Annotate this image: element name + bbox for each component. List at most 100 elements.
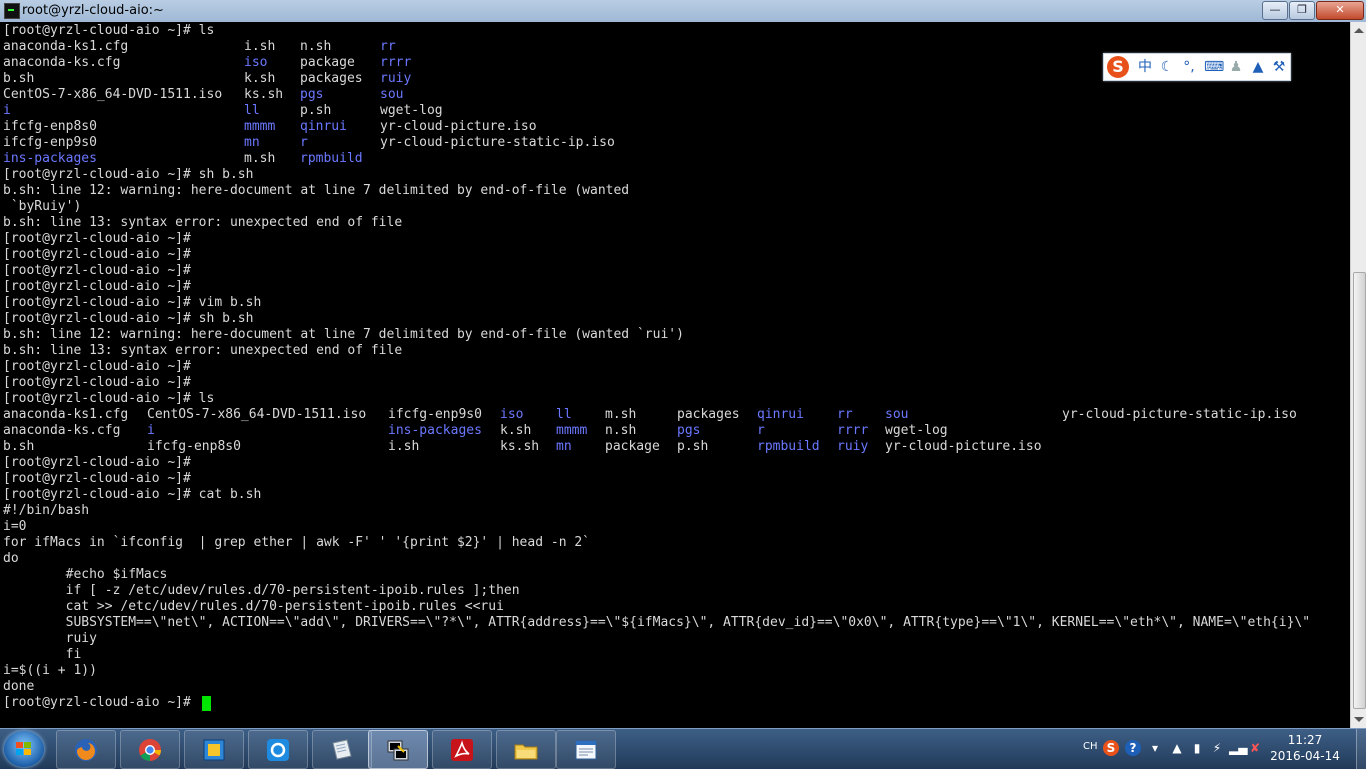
- language-indicator[interactable]: CH: [1083, 741, 1098, 752]
- settings-icon[interactable]: ▾: [1147, 740, 1163, 756]
- taskbar-acrobat[interactable]: [432, 730, 492, 769]
- close-icon: ✕: [1335, 3, 1345, 16]
- terminal-text: ifcfg-enp8s0: [3, 119, 97, 134]
- help-icon[interactable]: ?: [1125, 740, 1141, 756]
- taskbar-explorer[interactable]: [496, 730, 556, 769]
- terminal-text: ks.sh: [244, 87, 284, 102]
- sogou-logo-icon[interactable]: S: [1107, 56, 1129, 78]
- show-desktop-button[interactable]: [1356, 729, 1366, 769]
- directory-entry: pgs: [300, 87, 324, 102]
- terminal-cursor: [202, 696, 211, 711]
- terminal-text: b.sh: line 13: syntax error: unexpected …: [3, 215, 403, 230]
- terminal-output[interactable]: [root@yrzl-cloud-aio ~]# ls anaconda-ks1.…: [0, 22, 1350, 728]
- scroll-down-icon[interactable]: [1354, 717, 1364, 722]
- clock-date: 2016-04-14: [1270, 749, 1340, 763]
- taskbar-app-notebook[interactable]: [312, 730, 372, 769]
- terminal-text: packages: [677, 407, 740, 422]
- close-button[interactable]: ✕: [1316, 1, 1364, 20]
- terminal-text: i.sh: [244, 39, 276, 54]
- terminal-text: [root@yrzl-cloud-aio ~]# sh b.sh: [3, 311, 254, 326]
- window-titlebar[interactable]: root@yrzl-cloud-aio:~ — ❐ ✕: [0, 0, 1366, 23]
- ime-chinese-mode[interactable]: 中: [1136, 58, 1154, 76]
- vertical-scrollbar[interactable]: [1350, 22, 1366, 728]
- scroll-thumb[interactable]: [1353, 272, 1366, 709]
- taskbar-app-window[interactable]: [556, 730, 616, 769]
- terminal-text: [root@yrzl-cloud-aio ~]#: [3, 263, 191, 278]
- terminal-text: `byRuiy'): [3, 199, 82, 214]
- terminal-text: yr-cloud-picture.iso: [885, 439, 1042, 454]
- clock[interactable]: 11:27 2016-04-14: [1265, 732, 1345, 764]
- maximize-button[interactable]: ❐: [1289, 1, 1315, 20]
- windows-logo-icon: [16, 742, 32, 756]
- ime-toolbar[interactable]: S 中 ☾ °, ⌨ ♟ ▲ ⚒: [1103, 53, 1291, 81]
- terminal-text: p.sh: [300, 103, 332, 118]
- user-icon[interactable]: ♟: [1227, 58, 1245, 76]
- terminal-text: [root@yrzl-cloud-aio ~]#: [3, 247, 191, 262]
- minimize-button[interactable]: —: [1262, 1, 1288, 20]
- terminal-text: [root@yrzl-cloud-aio ~]#: [3, 471, 191, 486]
- app-frame-icon: [203, 739, 225, 761]
- terminal-text: package: [300, 55, 355, 70]
- keyboard-icon[interactable]: ⌨: [1204, 58, 1224, 76]
- terminal-text: #!/bin/bash: [3, 503, 90, 518]
- directory-entry: iso: [500, 407, 524, 422]
- taskbar-app-blue-frame[interactable]: [184, 730, 244, 769]
- terminal-text: ifcfg-enp8s0: [147, 439, 241, 454]
- device-icon[interactable]: ▮: [1189, 740, 1205, 756]
- taskbar-putty[interactable]: [368, 730, 428, 769]
- directory-entry: mmmm: [244, 119, 276, 134]
- terminal-text: package: [605, 439, 660, 454]
- directory-entry: sou: [885, 407, 909, 422]
- terminal-text: b.sh: line 12: warning: here-document at…: [3, 183, 630, 198]
- directory-entry: rpmbuild: [300, 151, 363, 166]
- terminal-text: [root@yrzl-cloud-aio ~]# ls: [3, 391, 215, 406]
- terminal-text: ifcfg-enp9s0: [3, 135, 97, 150]
- terminal-text: yr-cloud-picture-static-ip.iso: [1062, 407, 1297, 422]
- directory-entry: ruiy: [380, 71, 412, 86]
- terminal-text: k.sh: [244, 71, 276, 86]
- taskbar-app-qq[interactable]: [248, 730, 308, 769]
- show-hidden-icons-icon[interactable]: ▲: [1169, 740, 1185, 756]
- taskbar-chrome[interactable]: [120, 730, 180, 769]
- terminal-text: for ifMacs in `ifconfig | grep ether | a…: [3, 535, 590, 550]
- directory-entry: rrrr: [837, 423, 869, 438]
- terminal-text: [root@yrzl-cloud-aio ~]#: [3, 375, 191, 390]
- window-title: root@yrzl-cloud-aio:~: [22, 3, 164, 18]
- terminal-text: anaconda-ks.cfg: [3, 423, 121, 438]
- folder-icon: [514, 744, 538, 760]
- terminal-text: cat >> /etc/udev/rules.d/70-persistent-i…: [3, 599, 504, 614]
- directory-entry: mn: [556, 439, 572, 454]
- terminal-text: k.sh: [500, 423, 532, 438]
- wrench-icon[interactable]: ⚒: [1270, 58, 1288, 76]
- terminal-text: ruiy: [3, 631, 97, 646]
- terminal-text: i=0: [3, 519, 27, 534]
- power-icon[interactable]: ⚡: [1209, 740, 1225, 756]
- directory-entry: qinrui: [757, 407, 804, 422]
- terminal-text: anaconda-ks1.cfg: [3, 39, 129, 54]
- terminal-text: [root@yrzl-cloud-aio ~]#: [3, 359, 191, 374]
- terminal-text: b.sh: [3, 439, 35, 454]
- taskbar-firefox[interactable]: [56, 730, 116, 769]
- directory-entry: i: [147, 423, 155, 438]
- directory-entry: rr: [837, 407, 853, 422]
- minimize-icon: —: [1269, 3, 1281, 16]
- terminal-text: [root@yrzl-cloud-aio ~]# cat b.sh: [3, 487, 262, 502]
- start-button[interactable]: [4, 731, 44, 767]
- terminal-text: [root@yrzl-cloud-aio ~]#: [3, 231, 191, 246]
- terminal-text: n.sh: [300, 39, 332, 54]
- skin-icon[interactable]: ▲: [1249, 58, 1267, 76]
- directory-entry: sou: [380, 87, 404, 102]
- notebook-icon: [332, 739, 352, 760]
- moon-icon[interactable]: ☾: [1158, 58, 1176, 76]
- directory-entry: mn: [244, 135, 260, 150]
- terminal-text: [root@yrzl-cloud-aio ~]# vim b.sh: [3, 295, 262, 310]
- directory-entry: pgs: [677, 423, 701, 438]
- volume-muted-icon[interactable]: ✘: [1247, 740, 1263, 756]
- scroll-up-icon[interactable]: [1354, 28, 1364, 33]
- terminal-text: do: [3, 551, 19, 566]
- punctuation-icon[interactable]: °,: [1180, 58, 1198, 76]
- directory-entry: r: [757, 423, 765, 438]
- network-signal-icon[interactable]: ▂▄: [1229, 740, 1247, 756]
- sogou-tray-icon[interactable]: S: [1103, 740, 1119, 756]
- terminal-app-icon: [4, 3, 20, 19]
